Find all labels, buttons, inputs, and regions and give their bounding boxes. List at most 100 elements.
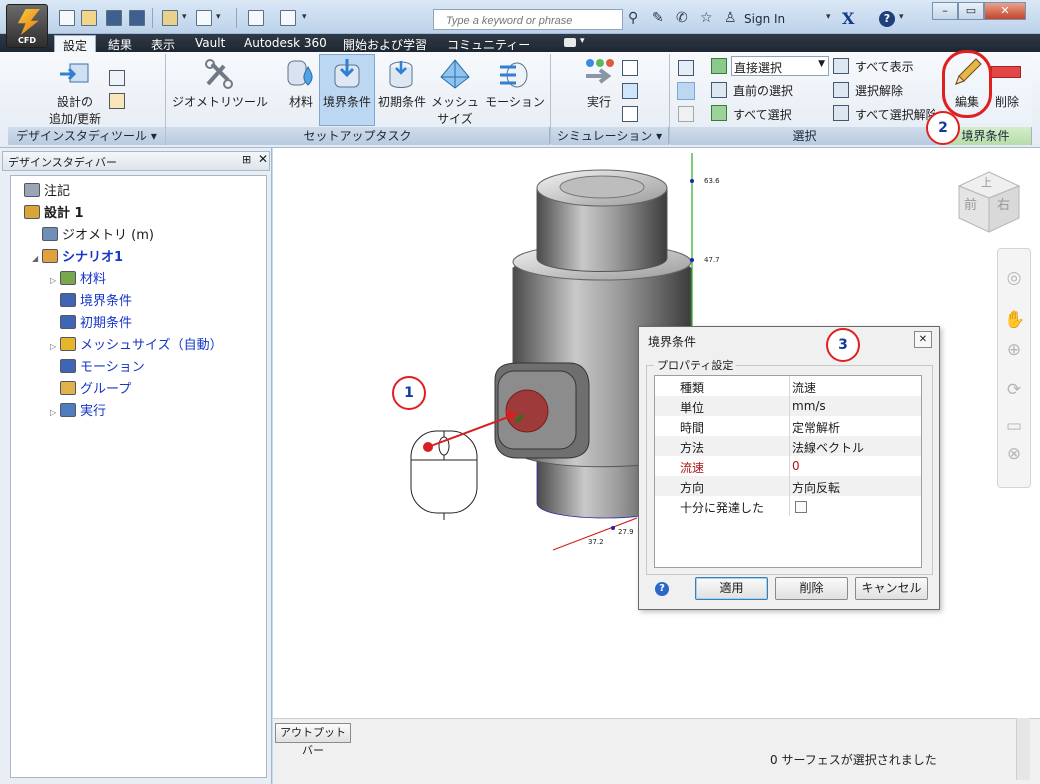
tree-item[interactable]: ▷ 材料 (50, 268, 106, 290)
sign-in-link[interactable]: Sign In (744, 12, 785, 26)
add-update-label-line1[interactable]: 設計の (52, 93, 98, 110)
mesh-size-icon[interactable] (438, 57, 472, 91)
steering-wheel-icon[interactable]: ◎ (1004, 268, 1024, 288)
tree-item[interactable]: 境界条件 (50, 290, 132, 312)
stop-icon[interactable]: ⊗ (1004, 444, 1024, 464)
redo-icon[interactable] (196, 10, 212, 26)
wrench-icon[interactable]: ✎ (652, 11, 664, 25)
ribbon-minimize-icon[interactable] (564, 38, 576, 47)
property-value[interactable]: 方向反転 (792, 479, 840, 496)
tree-item[interactable]: ▷ メッシュサイズ（自動） (50, 334, 223, 356)
delete-icon[interactable] (991, 66, 1021, 78)
select-volume-icon[interactable] (678, 60, 694, 76)
property-row[interactable]: 流速 0 (655, 456, 921, 476)
cancel-button[interactable]: キャンセル (855, 577, 928, 600)
show-all-button[interactable]: すべて表示 (855, 58, 914, 75)
deselect-all-button[interactable]: すべて選択解除 (855, 106, 935, 123)
apply-button[interactable]: 適用 (695, 577, 768, 600)
design-settings-icon[interactable] (109, 93, 125, 109)
motion-icon[interactable] (498, 57, 532, 91)
tree-item[interactable]: 初期条件 (50, 312, 132, 334)
tree-item[interactable]: ▷ 実行 (50, 400, 106, 422)
mesh-size-label-line1[interactable]: メッシュ (430, 93, 480, 110)
boundary-conditions-icon[interactable] (332, 57, 362, 91)
material-icon[interactable] (286, 57, 316, 91)
previous-selection-button[interactable]: 直前の選択 (733, 82, 793, 99)
material-label[interactable]: 材料 (284, 93, 318, 110)
tree-expander-icon[interactable]: ▷ (50, 342, 60, 351)
tree-expander-icon[interactable]: ◢ (32, 254, 42, 263)
solver-manager-icon[interactable] (622, 83, 638, 99)
email-notification-icon[interactable] (622, 106, 638, 122)
property-row[interactable]: 十分に発達した (655, 496, 921, 516)
property-row[interactable]: 単位 mm/s (655, 396, 921, 416)
satellite-icon[interactable]: ✆ (676, 11, 688, 25)
solver-settings-icon[interactable] (622, 60, 638, 76)
viewcube-top-face[interactable]: 上 (981, 174, 992, 190)
add-update-label-line2[interactable]: 追加/更新 (46, 110, 104, 127)
property-row[interactable]: 種類 流速 (655, 376, 921, 396)
tab-setup[interactable]: 設定 (54, 35, 97, 53)
run-simulation-label[interactable]: 実行 (580, 93, 618, 110)
design-study-tools-panel-title[interactable]: デザインスタディツール ▾ (8, 127, 166, 145)
select-edge-icon[interactable] (678, 106, 694, 122)
app-menu-button[interactable]: CFD (6, 4, 48, 48)
dialog-close-button[interactable]: ✕ (914, 331, 932, 348)
property-value[interactable]: 定常解析 (792, 419, 840, 436)
new-file-icon[interactable] (59, 10, 75, 26)
save-as-icon[interactable] (129, 10, 145, 26)
tab-autodesk-360[interactable]: Autodesk 360 (236, 35, 335, 52)
tab-getting-started[interactable]: 開始および学習 (335, 35, 435, 52)
dialog-help-icon[interactable]: ? (655, 582, 669, 596)
window-layout-icon[interactable] (248, 10, 264, 26)
copy-design-icon[interactable] (109, 70, 125, 86)
tab-community[interactable]: コミュニティー (439, 35, 538, 52)
chevron-down-icon[interactable]: ▾ (899, 12, 904, 22)
chevron-down-icon[interactable]: ▾ (182, 12, 187, 22)
zoom-icon[interactable]: ⊕ (1004, 340, 1024, 360)
chevron-down-icon[interactable]: ▾ (826, 12, 831, 22)
delete-button[interactable]: 削除 (988, 93, 1026, 110)
undo-icon[interactable] (162, 10, 178, 26)
tree-item[interactable]: グループ (50, 378, 131, 400)
tree-item[interactable]: 注記 (14, 180, 70, 202)
chevron-down-icon[interactable]: ▾ (216, 12, 221, 22)
open-folder-icon[interactable] (81, 10, 97, 26)
orbit-icon[interactable]: ⟳ (1004, 380, 1024, 400)
select-mode-dropdown[interactable]: 直接選択 ▼ (731, 56, 829, 76)
property-row[interactable]: 方法 法線ベクトル (655, 436, 921, 456)
tree-item[interactable]: ◢ シナリオ1 (32, 246, 123, 268)
binoculars-icon[interactable]: ⚲ (628, 11, 638, 25)
search-input[interactable] (433, 9, 623, 30)
boundary-conditions-label[interactable]: 境界条件 (319, 93, 375, 110)
geometry-tools-label[interactable]: ジオメトリツール (172, 93, 268, 110)
deselect-button[interactable]: 選択解除 (855, 82, 903, 99)
viewcube-front-face[interactable]: 前 (964, 194, 977, 213)
tree-expander-icon[interactable]: ▷ (50, 276, 60, 285)
save-icon[interactable] (106, 10, 122, 26)
viewcube-right-face[interactable]: 右 (997, 194, 1010, 213)
select-all-button[interactable]: すべて選択 (733, 106, 792, 123)
pan-hand-icon[interactable]: ✋ (1004, 310, 1025, 330)
minimize-button[interactable]: – (932, 2, 958, 20)
tab-vault[interactable]: Vault (187, 35, 233, 52)
motion-label[interactable]: モーション (482, 93, 548, 110)
output-bar-button[interactable]: アウトプットバー (275, 723, 351, 757)
select-surface-icon[interactable] (677, 82, 695, 100)
vertical-scrollbar[interactable] (1016, 718, 1030, 780)
property-value[interactable]: 法線ベクトル (792, 439, 864, 456)
fully-developed-checkbox[interactable] (795, 501, 807, 513)
property-row[interactable]: 方向 方向反転 (655, 476, 921, 496)
chevron-down-icon[interactable]: ▾ (302, 12, 307, 22)
mesh-size-label-line2[interactable]: サイズ (430, 110, 480, 127)
close-window-button[interactable]: ✕ (984, 2, 1026, 20)
favorites-star-icon[interactable]: ☆ (700, 11, 713, 25)
float-panel-icon[interactable]: ⊞ (242, 153, 251, 166)
tree-item[interactable]: 設計 1 (14, 202, 84, 224)
maximize-button[interactable]: ▭ (958, 2, 984, 20)
tree-expander-icon[interactable]: ▷ (50, 408, 60, 417)
dialog-delete-button[interactable]: 削除 (775, 577, 848, 600)
property-value[interactable]: 流速 (792, 379, 816, 396)
exchange-x-icon[interactable]: X (842, 9, 854, 28)
initial-conditions-label[interactable]: 初期条件 (376, 93, 428, 110)
